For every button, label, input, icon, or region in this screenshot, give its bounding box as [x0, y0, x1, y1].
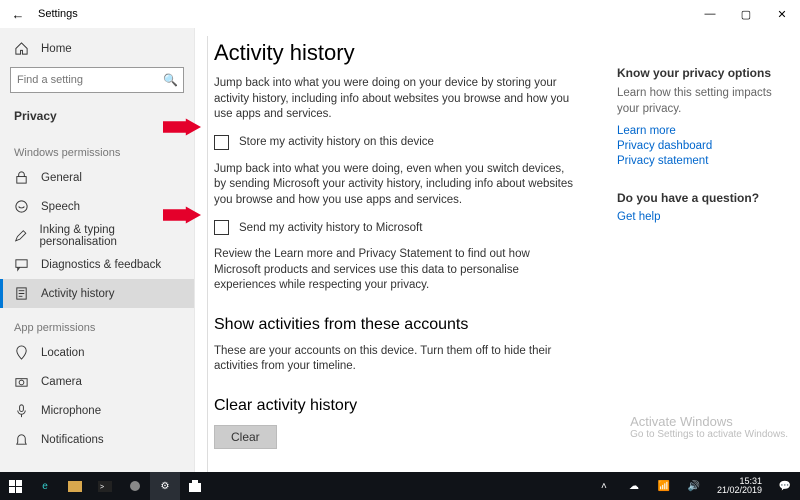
aside-panel: Know your privacy options Learn how this… — [587, 36, 800, 472]
checkbox-icon — [214, 135, 229, 150]
close-button[interactable]: ✕ — [764, 0, 800, 28]
sidebar-item-label: General — [41, 172, 82, 184]
sidebar-item-diagnostics[interactable]: Diagnostics & feedback — [0, 250, 194, 279]
bell-icon — [14, 432, 29, 447]
sidebar-item-label: Diagnostics & feedback — [41, 259, 161, 271]
camera-icon — [14, 374, 29, 389]
microphone-icon — [14, 403, 29, 418]
sidebar-home[interactable]: Home — [0, 34, 194, 63]
checkbox-store-history[interactable]: Store my activity history on this device — [214, 135, 577, 150]
svg-text:>: > — [100, 484, 104, 491]
link-privacy-dashboard[interactable]: Privacy dashboard — [617, 140, 784, 152]
tray-volume-icon[interactable]: 🔊 — [679, 472, 709, 500]
annotation-arrow-1 — [163, 118, 201, 136]
intro-text-2: Jump back into what you were doing, even… — [214, 162, 577, 209]
sidebar-item-microphone[interactable]: Microphone — [0, 396, 194, 425]
sidebar-item-label: Location — [41, 347, 84, 359]
pen-icon — [14, 228, 28, 243]
taskbar-settings[interactable]: ⚙ — [150, 472, 180, 500]
sidebar-item-label: Microphone — [41, 405, 101, 417]
checkbox-label: Send my activity history to Microsoft — [239, 222, 422, 234]
checkbox-send-microsoft[interactable]: Send my activity history to Microsoft — [214, 220, 577, 235]
watermark-line1: Activate Windows — [630, 414, 788, 429]
tray-cloud-icon[interactable]: ☁ — [619, 472, 649, 500]
window-title: Settings — [36, 8, 692, 20]
sidebar-item-camera[interactable]: Camera — [0, 367, 194, 396]
start-button[interactable] — [0, 472, 30, 500]
link-learn-more[interactable]: Learn more — [617, 125, 784, 137]
sidebar-item-label: Inking & typing personalisation — [40, 224, 180, 248]
page-title: Activity history — [214, 40, 577, 66]
sidebar-item-general[interactable]: General — [0, 163, 194, 192]
checkbox-icon — [214, 220, 229, 235]
annotation-arrow-2 — [163, 206, 201, 224]
sidebar-item-label: Camera — [41, 376, 82, 388]
main-panel: Activity history Jump back into what you… — [207, 36, 587, 472]
sidebar-group-app: App permissions — [0, 308, 194, 338]
feedback-icon — [14, 257, 29, 272]
sidebar-item-location[interactable]: Location — [0, 338, 194, 367]
link-get-help[interactable]: Get help — [617, 211, 784, 223]
review-text: Review the Learn more and Privacy Statem… — [214, 247, 577, 294]
taskbar-app-1[interactable] — [120, 472, 150, 500]
sidebar-home-label: Home — [41, 43, 72, 55]
home-icon — [14, 41, 29, 56]
sidebar-item-label: Speech — [41, 201, 80, 213]
history-icon — [14, 286, 29, 301]
aside-question: Do you have a question? — [617, 191, 784, 205]
sidebar-group-windows: Windows permissions — [0, 133, 194, 163]
intro-text-1: Jump back into what you were doing on yo… — [214, 76, 577, 123]
search-icon: 🔍 — [163, 73, 178, 87]
taskbar-edge[interactable]: e — [30, 472, 60, 500]
sidebar-item-label: Activity history — [41, 288, 115, 300]
section-clear: Clear activity history — [214, 397, 577, 415]
maximize-button[interactable]: ▢ — [728, 0, 764, 28]
activate-watermark: Activate Windows Go to Settings to activ… — [630, 414, 788, 440]
aside-desc: Learn how this setting impacts your priv… — [617, 86, 784, 117]
clear-button[interactable]: Clear — [214, 425, 277, 449]
sidebar-item-label: Notifications — [41, 434, 104, 446]
minimize-button[interactable]: — — [692, 0, 728, 28]
watermark-line2: Go to Settings to activate Windows. — [630, 429, 788, 440]
taskbar-explorer[interactable] — [60, 472, 90, 500]
taskbar-store[interactable] — [180, 472, 210, 500]
taskbar[interactable]: e > ⚙ ˄ ☁ 📶 🔊 15:31 21/02/2019 💬 — [0, 472, 800, 500]
link-privacy-statement[interactable]: Privacy statement — [617, 155, 784, 167]
lock-icon — [14, 170, 29, 185]
checkbox-label: Store my activity history on this device — [239, 136, 434, 148]
tray-up-icon[interactable]: ˄ — [589, 472, 619, 500]
sidebar: Home 🔍 Privacy Windows permissions Gener… — [0, 28, 195, 472]
sidebar-item-notifications[interactable]: Notifications — [0, 425, 194, 454]
sidebar-item-activity-history[interactable]: Activity history — [0, 279, 194, 308]
action-center-icon[interactable]: 💬 — [770, 472, 800, 500]
back-button[interactable]: ← — [0, 7, 36, 22]
aside-heading: Know your privacy options — [617, 66, 784, 80]
speech-icon — [14, 199, 29, 214]
section-accounts: Show activities from these accounts — [214, 316, 577, 334]
accounts-text: These are your accounts on this device. … — [214, 344, 577, 375]
taskbar-terminal[interactable]: > — [90, 472, 120, 500]
search-input[interactable] — [10, 67, 184, 93]
taskbar-clock[interactable]: 15:31 21/02/2019 — [709, 477, 770, 495]
tray-network-icon[interactable]: 📶 — [649, 472, 679, 500]
location-icon — [14, 345, 29, 360]
sidebar-item-inking[interactable]: Inking & typing personalisation — [0, 221, 194, 250]
clock-date: 21/02/2019 — [717, 486, 762, 495]
